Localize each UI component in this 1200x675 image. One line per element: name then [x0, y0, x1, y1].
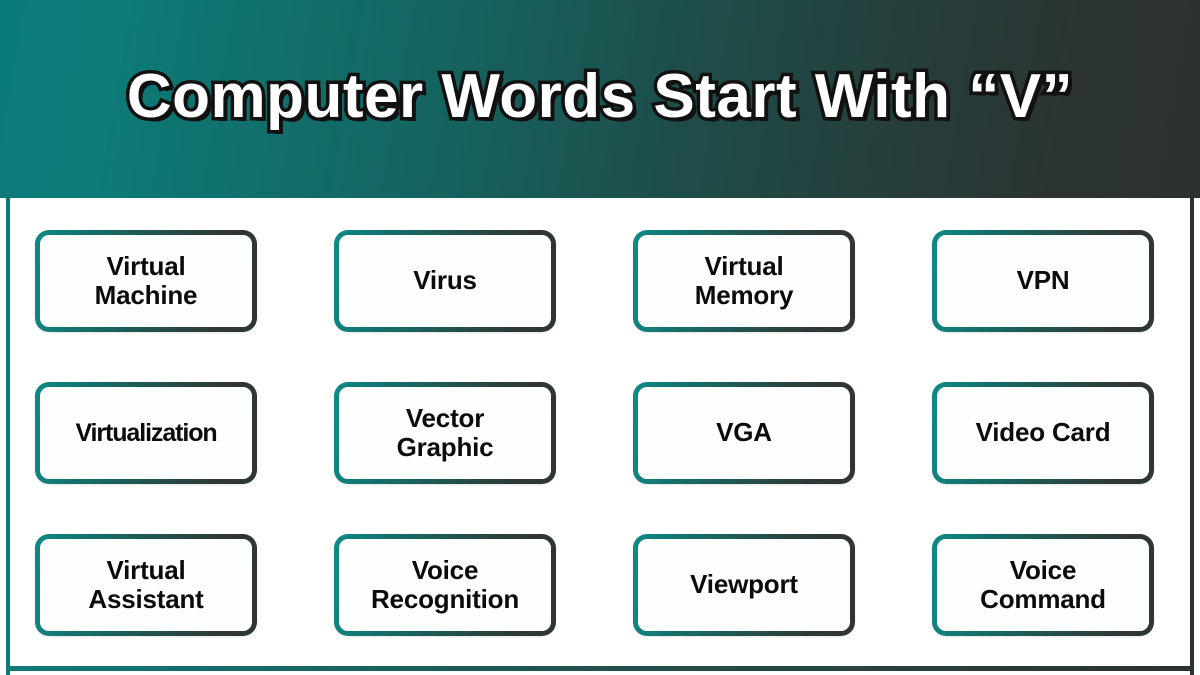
word-box-video-card[interactable]: Video Card	[932, 382, 1154, 484]
word-box-vga[interactable]: VGA	[633, 382, 855, 484]
word-label: Voice Recognition	[370, 554, 519, 614]
word-box-inner: Voice Recognition	[339, 539, 551, 631]
word-box-vpn[interactable]: VPN	[932, 230, 1154, 332]
word-grid: Virtual Machine Virus Virtual Memory VPN Vir…	[35, 230, 1155, 636]
word-label: VGA	[716, 417, 772, 448]
word-label: Virtualization	[75, 419, 217, 447]
word-box-inner: Video Card	[937, 387, 1149, 479]
infographic-page: Computer Words Start With “V” Virtual Ma…	[0, 0, 1200, 675]
word-label: Viewport	[690, 569, 798, 600]
word-box-vector-graphic[interactable]: Vector Graphic	[334, 382, 556, 484]
word-box-voice-recognition[interactable]: Voice Recognition	[334, 534, 556, 636]
word-box-virtualization[interactable]: Virtualization	[35, 382, 257, 484]
word-box-virtual-assistant[interactable]: Virtual Assistant	[35, 534, 257, 636]
word-box-inner: Voice Command	[937, 539, 1149, 631]
word-box-virtual-machine[interactable]: Virtual Machine	[35, 230, 257, 332]
frame-accent-left	[6, 198, 10, 675]
word-box-inner: Virtualization	[40, 387, 252, 479]
word-label: Virus	[413, 265, 477, 296]
word-box-inner: Vector Graphic	[339, 387, 551, 479]
word-label: VPN	[1016, 265, 1070, 296]
word-box-inner: Virus	[339, 235, 551, 327]
header-banner: Computer Words Start With “V”	[0, 0, 1200, 198]
frame-accent-right	[1190, 198, 1194, 675]
word-label: Voice Command	[980, 554, 1106, 614]
content-panel: Virtual Machine Virus Virtual Memory VPN Vir…	[0, 198, 1200, 675]
word-box-inner: Viewport	[638, 539, 850, 631]
word-box-virtual-memory[interactable]: Virtual Memory	[633, 230, 855, 332]
word-label: Virtual Memory	[694, 250, 794, 310]
word-label: Vector Graphic	[396, 402, 494, 462]
word-box-voice-command[interactable]: Voice Command	[932, 534, 1154, 636]
word-box-inner: VGA	[638, 387, 850, 479]
word-box-virus[interactable]: Virus	[334, 230, 556, 332]
word-box-viewport[interactable]: Viewport	[633, 534, 855, 636]
word-label: Virtual Machine	[94, 250, 198, 310]
page-title: Computer Words Start With “V”	[123, 62, 1076, 131]
word-box-inner: Virtual Machine	[40, 235, 252, 327]
word-box-inner: Virtual Memory	[638, 235, 850, 327]
word-label: Virtual Assistant	[88, 554, 204, 614]
word-label: Video Card	[975, 417, 1111, 448]
frame-accent-bottom	[6, 666, 1194, 671]
word-box-inner: VPN	[937, 235, 1149, 327]
word-box-inner: Virtual Assistant	[40, 539, 252, 631]
